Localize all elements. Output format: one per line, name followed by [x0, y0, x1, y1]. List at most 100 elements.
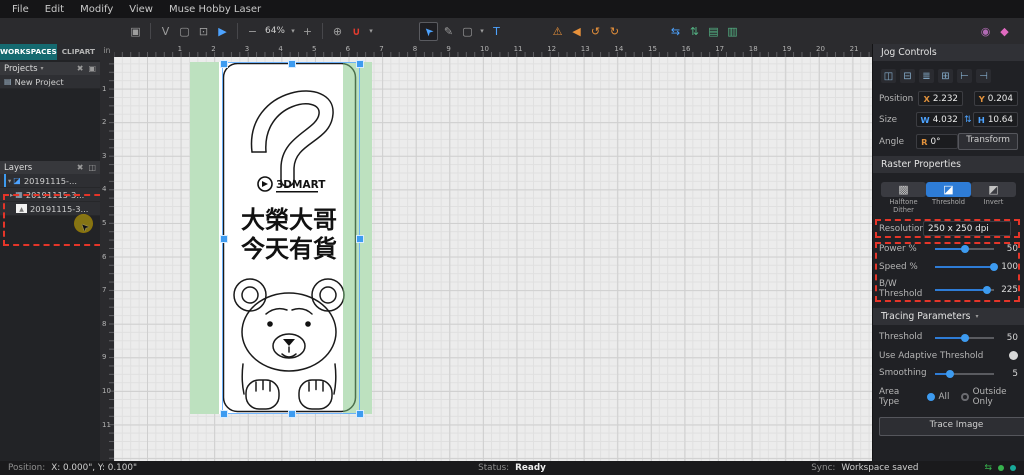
layer-options-icon[interactable]: ◫ [88, 163, 96, 172]
delete-project-icon[interactable]: ✖ [77, 64, 84, 73]
zoom-level[interactable]: 64% [263, 23, 287, 40]
text-tool-icon[interactable]: T [488, 23, 505, 40]
position-y-value: 0.204 [988, 94, 1013, 104]
menu-item-muse-hobby-laser[interactable]: Muse Hobby Laser [161, 2, 269, 17]
design-artwork[interactable]: 3DMART 大榮大哥 今天有貨 [190, 62, 372, 414]
resolution-select[interactable]: 250 x 250 dpi [923, 221, 1011, 236]
size-swap-icon[interactable]: ⇅ [963, 115, 973, 125]
document-icon: ▤ [4, 77, 12, 86]
zoom-menu-icon[interactable]: ▾ [289, 23, 297, 40]
magnet-snap-icon[interactable]: ∪ [348, 23, 365, 40]
design-text-line2: 今天有貨 [241, 235, 337, 263]
annotation-dashed-box-resolution: Resolution 250 x 250 dpi [879, 221, 1018, 236]
area-type-outside-radio[interactable]: Outside Only [961, 387, 1018, 407]
speed-slider[interactable] [935, 266, 994, 268]
jog-align-left-icon[interactable]: ◫ [881, 69, 896, 83]
tracing-threshold-slider[interactable] [935, 337, 994, 339]
run-job-icon[interactable]: ▶ [214, 23, 231, 40]
zoom-out-icon[interactable]: − [244, 23, 261, 40]
slider-thumb[interactable] [961, 334, 969, 342]
select-arrow-icon[interactable]: ➤ [419, 22, 438, 41]
bw-threshold-slider[interactable] [935, 289, 994, 291]
vector-tool-icon[interactable]: V [157, 23, 174, 40]
mascot-icon[interactable]: ◉ [977, 23, 994, 40]
jog-move-left-icon[interactable]: ⊢ [957, 69, 972, 83]
mode-halftone-dither[interactable]: ▩ Halftone Dither [881, 182, 926, 214]
selection-handle[interactable] [220, 235, 228, 243]
mascot-alt-icon[interactable]: ◆ [996, 23, 1013, 40]
statusbar: Position: X: 0.000", Y: 0.100" Status: R… [0, 461, 1024, 475]
ruler-tick-label: 20 [816, 45, 825, 53]
selection-handle[interactable] [220, 410, 228, 418]
chevron-down-icon[interactable]: ▾ [976, 313, 979, 320]
selection-handle[interactable] [356, 235, 364, 243]
angle-label: Angle [879, 137, 916, 147]
flip-vertical-icon[interactable]: ⇅ [686, 23, 703, 40]
position-y-field[interactable]: Y 0.204 [974, 91, 1018, 106]
ruler-tick-label: 7 [379, 45, 383, 53]
slider-thumb[interactable] [961, 245, 969, 253]
zoom-in-icon[interactable]: + [299, 23, 316, 40]
bring-front-icon[interactable]: ▤ [705, 23, 722, 40]
adaptive-threshold-toggle[interactable] [1009, 351, 1018, 360]
trace-image-button[interactable]: Trace Image [879, 417, 1024, 436]
send-back-icon[interactable]: ▥ [724, 23, 741, 40]
menu-item-file[interactable]: File [4, 2, 37, 17]
selection-handle[interactable] [356, 410, 364, 418]
power-slider[interactable] [935, 248, 994, 250]
pan-tool-icon[interactable]: ⊕ [329, 23, 346, 40]
selection-handle[interactable] [356, 60, 364, 68]
delete-layer-icon[interactable]: ✖ [77, 163, 84, 172]
size-w-field[interactable]: W 4.032 [916, 112, 963, 127]
layer-item-group[interactable]: ▾ ◪ 20191115-... [0, 174, 100, 188]
slider-thumb[interactable] [946, 370, 954, 378]
smoothing-label: Smoothing [879, 369, 929, 379]
rotate-cw-icon[interactable]: ↻ [606, 23, 623, 40]
tab-clipart[interactable]: CLIPART [57, 44, 100, 60]
menu-item-view[interactable]: View [121, 2, 161, 17]
menu-item-modify[interactable]: Modify [72, 2, 121, 17]
layers-header: Layers ✖ ◫ [0, 161, 100, 174]
camera-capture-icon[interactable]: ▣ [127, 23, 144, 40]
flip-horizontal-icon[interactable]: ⇆ [667, 23, 684, 40]
project-item[interactable]: ▤ New Project [0, 75, 100, 89]
selection-handle[interactable] [220, 60, 228, 68]
chevron-down-icon[interactable]: ▾ [41, 65, 44, 72]
selection-handle[interactable] [288, 60, 296, 68]
menu-item-edit[interactable]: Edit [37, 2, 72, 17]
selection-handle[interactable] [288, 410, 296, 418]
shape-tool-icon[interactable]: ▢ [459, 23, 476, 40]
chevron-expanded-icon[interactable]: ▾ [8, 177, 11, 185]
layer-item-vector[interactable]: ▸ ▦ 20191115-3... [0, 188, 100, 202]
transform-button[interactable]: Transform [958, 133, 1018, 150]
jog-distribute-icon[interactable]: ≣ [919, 69, 934, 83]
layer-color-icon: ◪ [13, 176, 21, 185]
chevron-collapsed-icon[interactable]: ▸ [10, 191, 13, 199]
smoothing-slider[interactable] [935, 373, 994, 375]
jog-align-center-v-icon[interactable]: ⊞ [938, 69, 953, 83]
power-label: Power % [879, 245, 929, 255]
tab-workspaces[interactable]: WORKSPACES [0, 44, 57, 60]
slider-thumb[interactable] [990, 263, 998, 271]
toolbar-separator [237, 23, 238, 39]
angle-field[interactable]: R 0° [916, 134, 958, 149]
jog-align-center-h-icon[interactable]: ⊟ [900, 69, 915, 83]
warning-icon[interactable]: ⚠ [549, 23, 566, 40]
area-type-all-radio[interactable]: All [927, 392, 950, 402]
duplicate-project-icon[interactable]: ▣ [88, 64, 96, 73]
pen-tool-icon[interactable]: ✎ [440, 23, 457, 40]
mode-threshold[interactable]: ◪ Threshold [926, 182, 971, 214]
node-edit-icon[interactable]: ▢ [176, 23, 193, 40]
size-h-field[interactable]: H 10.64 [973, 112, 1018, 127]
workspace-canvas[interactable]: 3DMART 大榮大哥 今天有貨 [114, 57, 872, 461]
flag-icon[interactable]: ◀ [568, 23, 585, 40]
jog-move-right-icon[interactable]: ⊣ [976, 69, 991, 83]
slider-thumb[interactable] [983, 286, 991, 294]
position-x-field[interactable]: X 2.232 [918, 91, 963, 106]
mode-invert[interactable]: ◩ Invert [971, 182, 1016, 214]
magnet-menu-icon[interactable]: ▾ [367, 23, 375, 40]
shape-menu-icon[interactable]: ▾ [478, 23, 486, 40]
rotate-ccw-icon[interactable]: ↺ [587, 23, 604, 40]
region-select-icon[interactable]: ⊡ [195, 23, 212, 40]
ruler-tick-label: 4 [102, 185, 106, 193]
